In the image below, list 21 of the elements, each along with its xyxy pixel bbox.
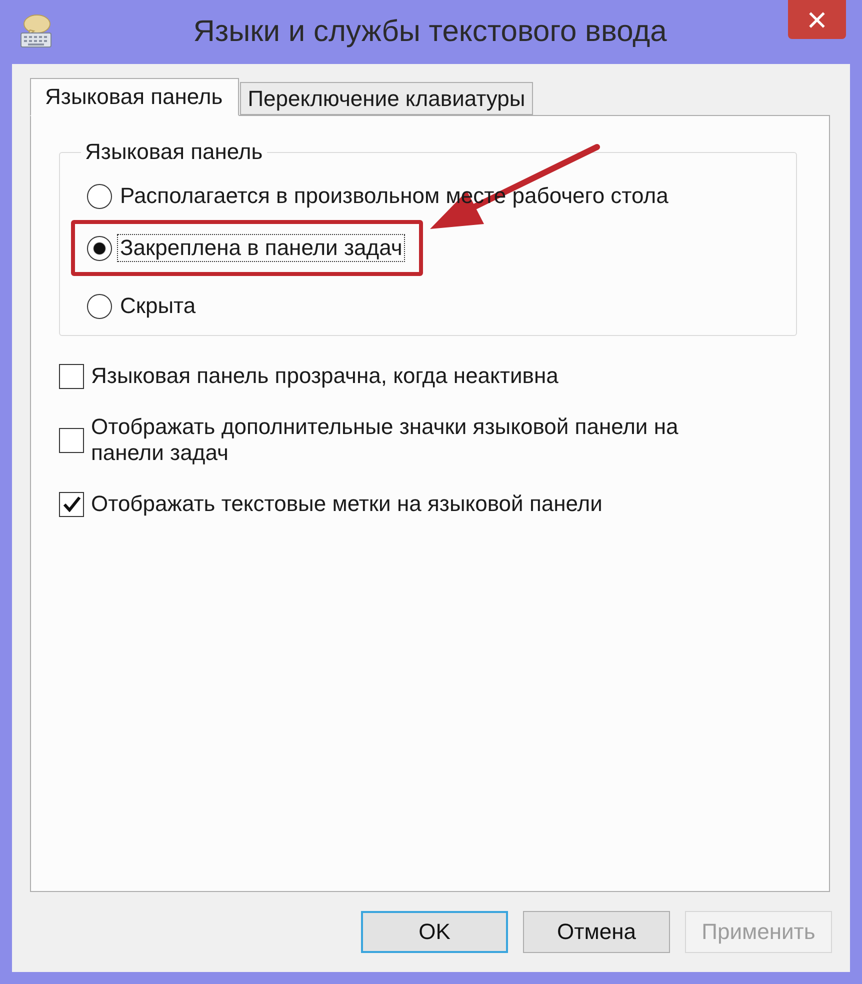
checkbox-label[interactable]: Отображать текстовые метки на языковой панели bbox=[91, 491, 602, 517]
checkbox-label[interactable]: Отображать дополнительные значки языковой панели на панели задач bbox=[91, 414, 706, 466]
checkmark-icon bbox=[62, 496, 80, 512]
checkbox[interactable] bbox=[59, 428, 84, 452]
radio-label[interactable]: Закреплена в панели задач bbox=[117, 234, 406, 262]
tab[interactable]: Языковая панель bbox=[30, 78, 239, 116]
close-button[interactable] bbox=[788, 0, 846, 39]
radio-label[interactable]: Скрыта bbox=[117, 292, 199, 320]
keyboard-icon bbox=[20, 14, 52, 48]
radio-button[interactable] bbox=[87, 236, 112, 260]
window-title: Языки и службы текстового ввода bbox=[192, 14, 668, 50]
tab[interactable]: Переключение клавиатуры bbox=[240, 82, 534, 115]
dialog-button[interactable]: Отмена bbox=[523, 911, 670, 953]
close-icon bbox=[809, 12, 825, 28]
group-title: Языковая панель bbox=[84, 139, 264, 165]
dialog-button[interactable]: OK bbox=[361, 911, 508, 953]
radio-button[interactable] bbox=[87, 184, 112, 208]
checkbox-label[interactable]: Языковая панель прозрачна, когда неактивна bbox=[91, 363, 558, 389]
radio-button[interactable] bbox=[87, 294, 112, 318]
checkbox[interactable] bbox=[59, 492, 84, 516]
checkbox[interactable] bbox=[59, 364, 84, 388]
